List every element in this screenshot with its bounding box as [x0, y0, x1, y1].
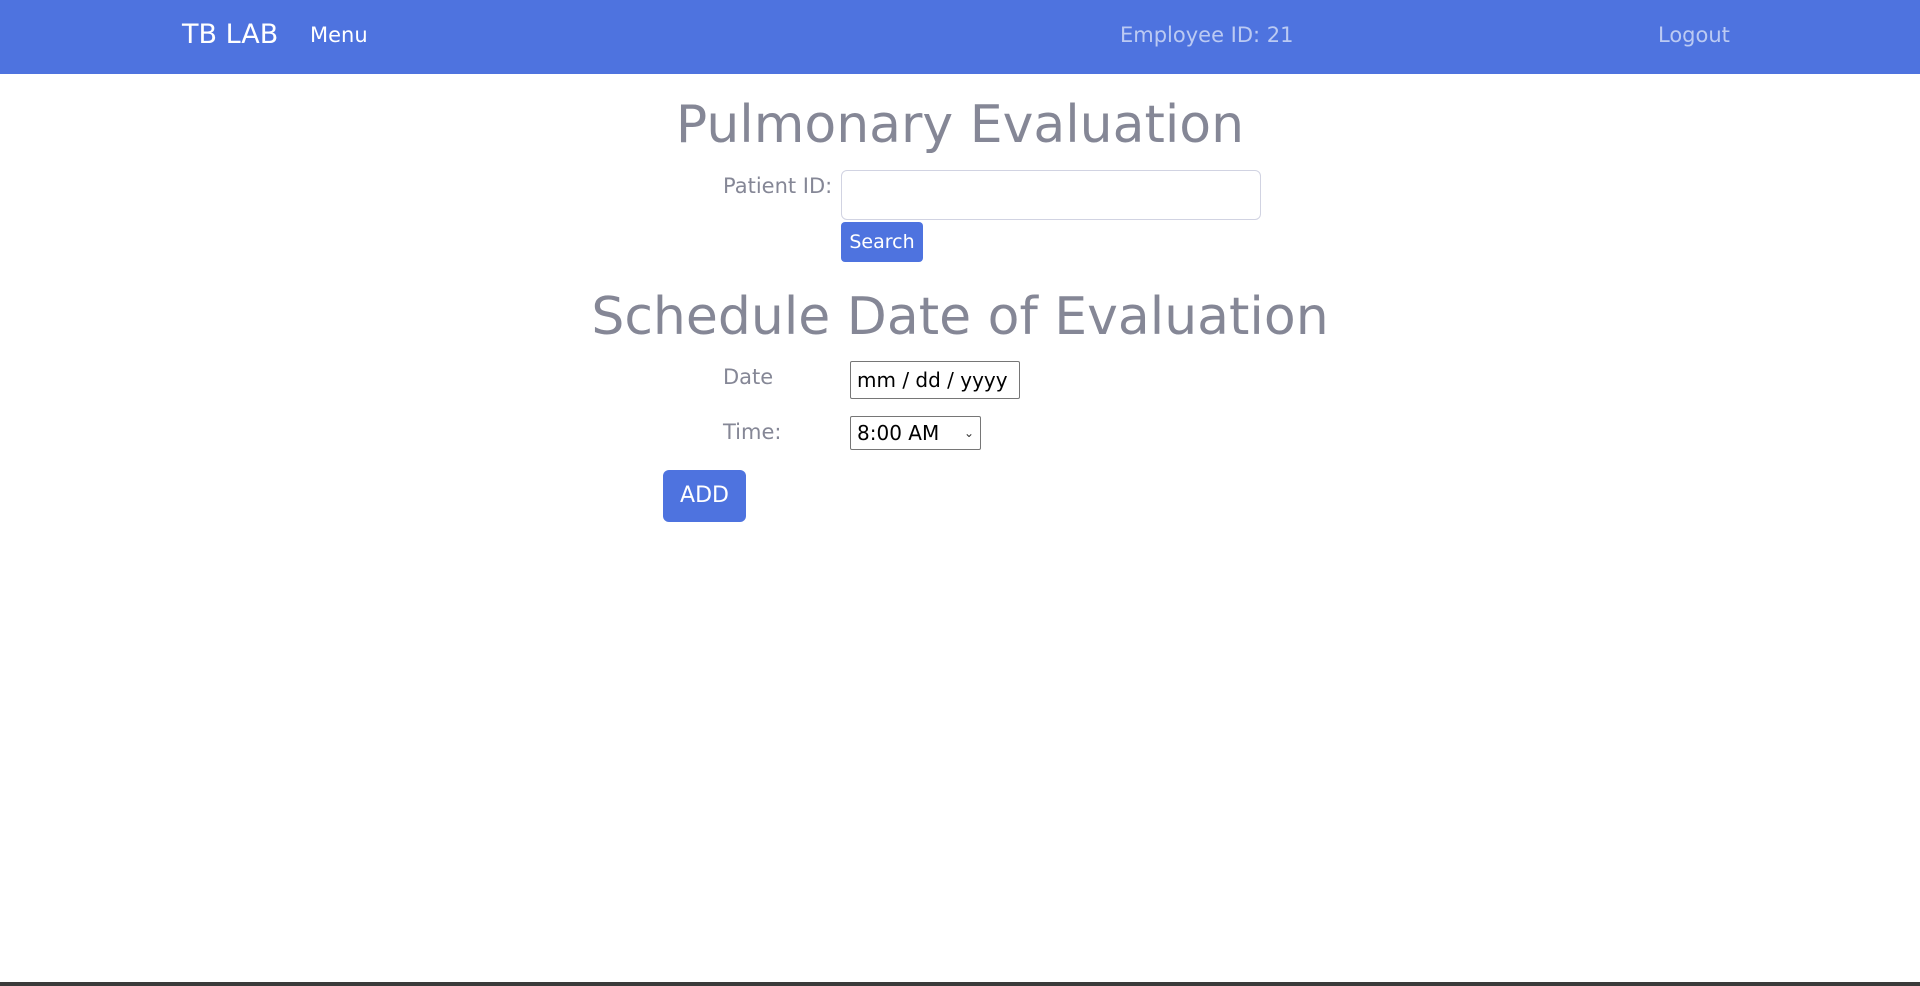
patient-id-label: Patient ID: [723, 174, 833, 198]
schedule-title: Schedule Date of Evaluation [591, 287, 1329, 347]
search-button[interactable]: Search [841, 222, 923, 262]
time-selected-value: 8:00 AM [857, 421, 940, 445]
logout-link[interactable]: Logout [1658, 21, 1730, 49]
date-label: Date [723, 365, 774, 389]
brand-link[interactable]: TB LAB [182, 18, 278, 52]
chevron-down-icon: ⌄ [963, 426, 974, 440]
date-input[interactable]: mm / dd / yyyy [850, 361, 1020, 399]
page-title: Pulmonary Evaluation [675, 95, 1245, 155]
top-navbar: TB LAB Menu Employee ID: 21 Logout [0, 0, 1920, 74]
menu-link[interactable]: Menu [310, 21, 368, 49]
time-label: Time: [723, 420, 782, 444]
bottom-border [0, 982, 1920, 986]
patient-id-input[interactable] [841, 170, 1261, 220]
time-select[interactable]: 8:00 AM ⌄ [850, 416, 981, 450]
add-button[interactable]: ADD [663, 470, 746, 522]
employee-id-text: Employee ID: 21 [1120, 23, 1294, 47]
